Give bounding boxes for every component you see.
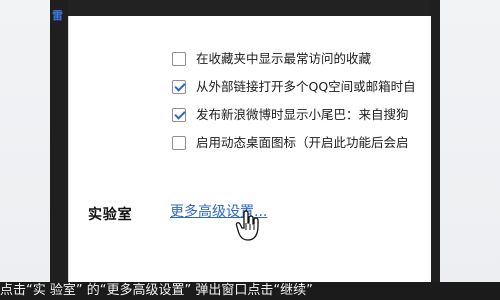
option-label: 从外部链接打开多个QQ空间或邮箱时自 [196,79,416,94]
option-label: 启用动态桌面图标（开启此功能后会启 [196,135,409,150]
hand-pointer-icon [235,210,259,241]
monitor-left-bezel [50,0,68,282]
browser-options-list: 在收藏夹中显示最常访问的收藏 从外部链接打开多个QQ空间或邮箱时自 发布新浪微博… [172,45,434,157]
option-label: 在收藏夹中显示最常访问的收藏 [196,51,372,66]
checked-checkbox[interactable] [172,108,186,122]
checked-checkbox[interactable] [172,80,186,94]
option-open-qq-space-or-mailbox[interactable]: 从外部链接打开多个QQ空间或邮箱时自 [172,73,434,101]
video-caption: 点击“实 验室” 的“更多高级设置” 弹出窗口点击“继续” [0,282,500,300]
screen-recording-frame: 雷 乡 在收藏夹中显示最常访问的收藏 从外部链接打开多个QQ空间或邮箱时自 发布… [0,0,500,300]
option-weibo-tail[interactable]: 发布新浪微博时显示小尾巴：来自搜狗 [172,101,434,129]
unchecked-checkbox[interactable] [172,52,186,66]
option-show-frequent-favorites[interactable]: 在收藏夹中显示最常访问的收藏 [172,45,434,73]
unchecked-checkbox[interactable] [172,136,186,150]
option-label: 发布新浪微博时显示小尾巴：来自搜狗 [196,107,409,122]
lab-section-label: 实验室 [88,207,133,223]
option-dynamic-desktop-icon[interactable]: 启用动态桌面图标（开启此功能后会启 [172,129,434,157]
